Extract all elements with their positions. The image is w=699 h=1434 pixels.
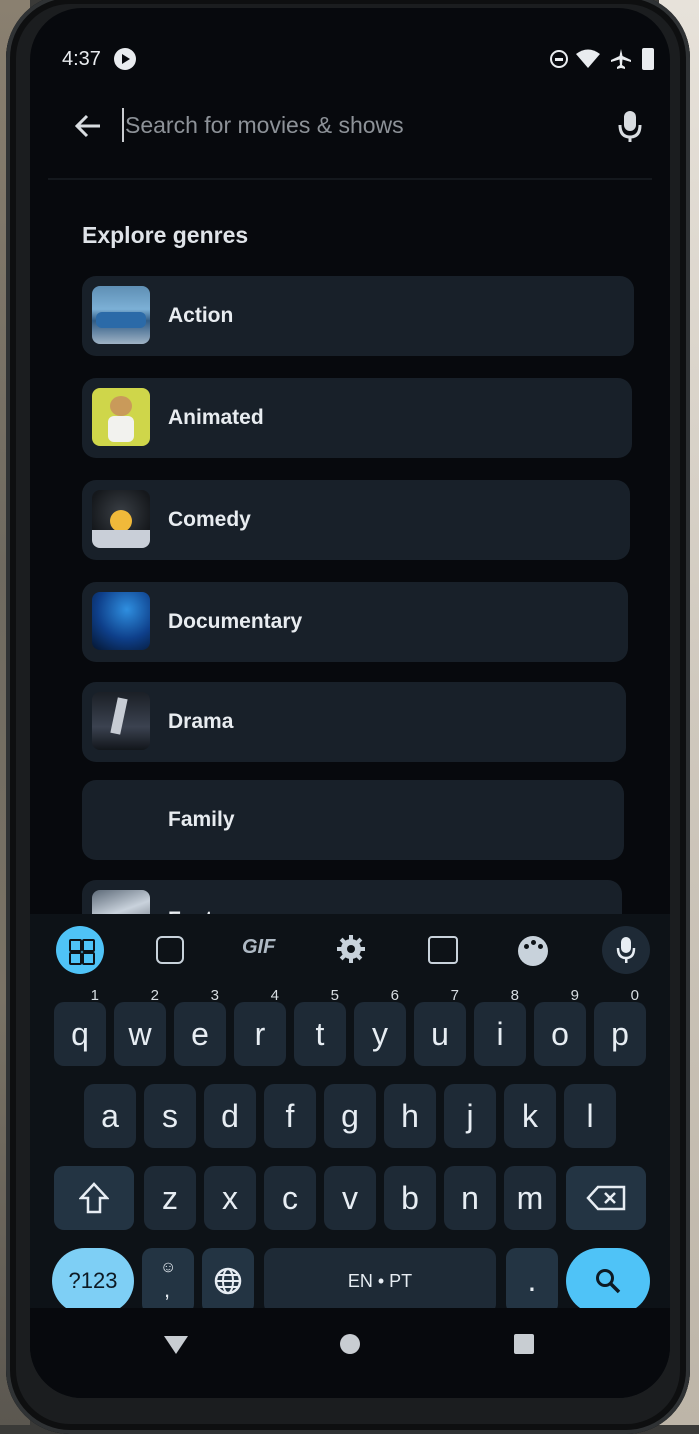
key-i[interactable]: i8 xyxy=(474,987,526,1066)
genre-card-documentary[interactable]: Documentary xyxy=(82,582,628,662)
sticker-icon[interactable] xyxy=(156,936,184,964)
search-submit-key[interactable] xyxy=(566,1248,650,1314)
search-divider xyxy=(48,178,652,180)
key-j[interactable]: j xyxy=(444,1084,496,1148)
screen: 4:37 Search for movies & shows Explore g… xyxy=(30,8,670,1398)
navigation-bar xyxy=(30,1308,670,1398)
shift-key[interactable] xyxy=(54,1166,134,1230)
genre-card-action[interactable]: Action xyxy=(82,276,634,356)
keyboard-mic-icon[interactable] xyxy=(602,926,650,974)
symbols-key[interactable]: ?123 xyxy=(52,1248,134,1314)
period-key[interactable]: . xyxy=(506,1248,558,1314)
key-g[interactable]: g xyxy=(324,1084,376,1148)
key-p[interactable]: p0 xyxy=(594,987,646,1066)
key-t[interactable]: t5 xyxy=(294,987,346,1066)
drama-thumbnail xyxy=(92,692,150,750)
key-d[interactable]: d xyxy=(204,1084,256,1148)
voice-search-mic-icon[interactable] xyxy=(618,110,642,144)
key-r[interactable]: r4 xyxy=(234,987,286,1066)
key-c[interactable]: c xyxy=(264,1166,316,1230)
battery-icon xyxy=(642,48,654,70)
genre-label: Comedy xyxy=(168,508,251,531)
comedy-thumbnail xyxy=(92,490,150,548)
key-y[interactable]: y6 xyxy=(354,987,406,1066)
status-time: 4:37 xyxy=(62,48,101,70)
media-notification-icon xyxy=(114,48,136,70)
key-e[interactable]: e3 xyxy=(174,987,226,1066)
key-n[interactable]: n xyxy=(444,1166,496,1230)
on-screen-keyboard: GIF q1 w2 e3 r4 t5 y6 u7 i8 o9 p0 a s d … xyxy=(30,914,670,1398)
nav-home-icon[interactable] xyxy=(340,1334,360,1354)
palette-icon[interactable] xyxy=(518,936,548,966)
spacebar[interactable]: EN • PT xyxy=(264,1248,496,1314)
key-q[interactable]: q1 xyxy=(54,987,106,1066)
gif-button[interactable]: GIF xyxy=(242,936,275,959)
backspace-key[interactable] xyxy=(566,1166,646,1230)
wifi-icon xyxy=(576,48,600,70)
animated-thumbnail xyxy=(92,388,150,446)
key-k[interactable]: k xyxy=(504,1084,556,1148)
key-v[interactable]: v xyxy=(324,1166,376,1230)
explore-genres-heading: Explore genres xyxy=(82,222,249,248)
nav-back-icon[interactable] xyxy=(164,1336,188,1354)
phone-frame: 4:37 Search for movies & shows Explore g… xyxy=(6,0,690,1434)
emoji-comma-key[interactable]: ☺ , xyxy=(142,1248,194,1314)
documentary-thumbnail xyxy=(92,592,150,650)
translate-icon[interactable] xyxy=(428,936,458,964)
key-z[interactable]: z xyxy=(144,1166,196,1230)
genre-card-animated[interactable]: Animated xyxy=(82,378,632,458)
key-h[interactable]: h xyxy=(384,1084,436,1148)
genre-label: Drama xyxy=(168,710,234,733)
apps-grid-icon[interactable] xyxy=(56,926,104,974)
settings-icon[interactable] xyxy=(336,934,366,964)
airplane-icon xyxy=(610,48,632,70)
nav-recents-icon[interactable] xyxy=(514,1334,534,1354)
genre-label: Animated xyxy=(168,406,264,429)
genre-card-drama[interactable]: Drama xyxy=(82,682,626,762)
language-globe-key[interactable] xyxy=(202,1248,254,1314)
genre-card-comedy[interactable]: Comedy xyxy=(82,480,630,560)
key-b[interactable]: b xyxy=(384,1166,436,1230)
action-thumbnail xyxy=(92,286,150,344)
dnd-icon xyxy=(550,50,568,68)
genre-label: Documentary xyxy=(168,610,303,633)
key-f[interactable]: f xyxy=(264,1084,316,1148)
key-m[interactable]: m xyxy=(504,1166,556,1230)
key-x[interactable]: x xyxy=(204,1166,256,1230)
search-input[interactable]: Search for movies & shows xyxy=(125,112,404,139)
genre-card-family[interactable]: Family xyxy=(82,780,624,860)
key-a[interactable]: a xyxy=(84,1084,136,1148)
genre-label: Action xyxy=(168,304,234,327)
text-cursor xyxy=(122,108,124,142)
back-arrow-icon[interactable] xyxy=(74,112,102,140)
key-o[interactable]: o9 xyxy=(534,987,586,1066)
key-s[interactable]: s xyxy=(144,1084,196,1148)
genre-label: Family xyxy=(168,808,235,831)
key-u[interactable]: u7 xyxy=(414,987,466,1066)
key-l[interactable]: l xyxy=(564,1084,616,1148)
key-w[interactable]: w2 xyxy=(114,987,166,1066)
